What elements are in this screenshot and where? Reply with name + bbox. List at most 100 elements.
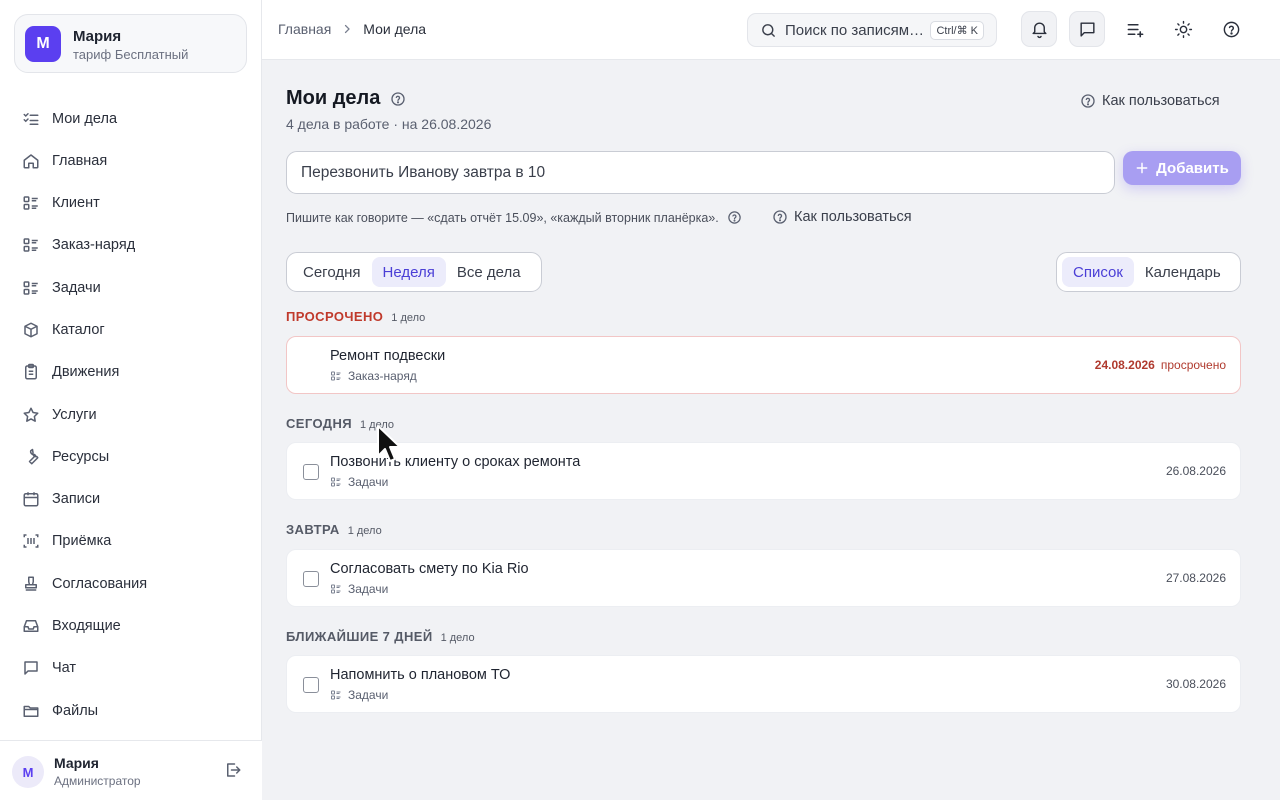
chat-icon [24,661,38,676]
group-count: 1 дело [440,632,475,644]
top-bar: Главная Мои дела Поиск по записям… Ctrl/… [262,0,1280,60]
help-circle-icon [1223,21,1239,37]
tab-week[interactable]: Неделя [371,257,446,287]
sidebar-item-inbox[interactable]: Входящие [10,606,251,647]
list-icon [23,280,38,295]
quick-task-input[interactable]: Перезвонить Иванову завтра в 10 [286,151,1115,194]
sidebar-item-label: Входящие [52,618,121,635]
account-logo: М [25,26,61,62]
view-switcher: Список Календарь [1056,252,1241,292]
plus-icon [1136,162,1148,174]
task-type-label: Задачи [348,582,389,596]
task-type-label: Задачи [348,475,389,489]
how-to-use-hint-link[interactable]: Как пользоваться [772,209,912,225]
clipboard-icon [25,364,37,380]
messages-button[interactable] [1069,11,1105,47]
sidebar-item-resources[interactable]: Ресурсы [10,436,251,477]
task-checkbox[interactable] [303,677,319,693]
help-circle-icon[interactable] [727,210,742,225]
sidebar-item-movements[interactable]: Движения [10,352,251,393]
group-title-text: ЗАВТРА [286,522,340,537]
search-icon [762,23,775,37]
list-icon [331,584,341,594]
group-title-overdue: ПРОСРОЧЕНО 1 дело [286,309,425,324]
task-date: 27.08.2026 [1165,571,1226,585]
sidebar-item-label: Главная [52,152,108,169]
sidebar-item-catalog[interactable]: Каталог [10,309,251,350]
group-title-next-7-days: БЛИЖАЙШИЕ 7 ДНЕЙ 1 дело [286,629,475,644]
task-row[interactable]: Напомнить о плановом ТО Задачи 30.08.202… [286,655,1241,713]
sidebar-item-client[interactable]: Клиент [10,183,251,224]
sidebar-item-label: Заказ-наряд [52,237,136,254]
task-type-label: Задачи [348,688,389,702]
folder-icon [23,705,39,717]
account-plan: тариф Бесплатный [73,47,189,62]
task-name: Напомнить о плановом ТО [330,667,511,683]
sidebar-item-my-tasks[interactable]: Мои дела [10,98,251,139]
sidebar-item-approvals[interactable]: Согласования [10,563,251,604]
theme-toggle-button[interactable] [1165,11,1201,47]
sidebar-item-label: Задачи [52,279,101,296]
sidebar-item-label: Файлы [52,702,99,719]
help-button[interactable] [1213,11,1249,47]
sidebar: М Мария тариф Бесплатный Мои дела Главна… [0,0,262,800]
account-name: Мария [73,28,122,45]
breadcrumb-current: Мои дела [363,21,427,37]
sidebar-item-chat[interactable]: Чат [10,648,251,689]
group-title-text: БЛИЖАЙШИЕ 7 ДНЕЙ [286,629,433,644]
user-role: Администратор [54,774,141,788]
search-shortcut-badge: Ctrl/⌘ K [930,20,984,40]
add-task-button[interactable]: Добавить [1123,151,1241,185]
user-name: Мария [54,755,99,771]
range-filter: Сегодня Неделя Все дела [286,252,542,292]
sidebar-item-reception[interactable]: Приёмка [10,521,251,562]
notifications-button[interactable] [1021,11,1057,47]
task-name: Позвонить клиенту о сроках ремонта [330,454,581,470]
home-icon [23,154,39,169]
list-icon [23,238,38,253]
task-date: 26.08.2026 [1165,464,1226,478]
sidebar-item-work-order[interactable]: Заказ-наряд [10,225,251,266]
tab-list-view[interactable]: Список [1062,257,1134,287]
tab-calendar-view[interactable]: Календарь [1134,257,1232,287]
task-row[interactable]: Согласовать смету по Kia Rio Задачи 27.0… [286,549,1241,607]
task-type: Задачи [330,688,388,702]
logout-icon[interactable] [224,761,242,779]
sidebar-item-label: Ресурсы [52,448,110,465]
account-switcher[interactable]: М Мария тариф Бесплатный [14,14,247,73]
tab-today[interactable]: Сегодня [292,257,372,287]
sidebar-item-label: Каталог [52,321,105,338]
task-checkbox[interactable] [303,571,319,587]
sidebar-item-label: Чат [52,660,77,677]
quick-add-task-button[interactable] [1117,11,1153,47]
sidebar-item-tasks[interactable]: Задачи [10,267,251,308]
sidebar-item-services[interactable]: Услуги [10,394,251,435]
task-row[interactable]: Позвонить клиенту о сроках ремонта Задач… [286,442,1241,500]
task-row[interactable]: Ремонт подвески Заказ-наряд 24.08.2026 пр… [286,336,1241,394]
scan-icon [23,534,39,549]
sidebar-item-home[interactable]: Главная [10,140,251,181]
task-type: Заказ-наряд [330,369,417,383]
search-input[interactable]: Поиск по записям… Ctrl/⌘ K [747,13,997,47]
how-to-use-link[interactable]: Как пользоваться [1080,93,1220,109]
help-circle-icon[interactable] [390,91,406,107]
breadcrumb-link-home[interactable]: Главная [278,21,331,37]
user-panel: М Мария Администратор [0,740,262,800]
chat-icon [1079,21,1095,37]
inbox-icon [23,620,39,633]
sidebar-item-appointments[interactable]: Записи [10,479,251,520]
page-title: Мои дела [286,87,406,110]
sidebar-nav: Мои дела Главная Клиент Заказ-наряд Зада… [10,98,251,732]
calendar-icon [23,492,39,507]
box-icon [24,322,38,338]
task-type: Задачи [330,582,388,596]
task-type-label: Заказ-наряд [348,369,417,383]
sidebar-item-files[interactable]: Файлы [10,690,251,731]
list-icon [331,690,341,700]
task-checkbox[interactable] [303,464,319,480]
tab-all[interactable]: Все дела [446,257,532,287]
list-add-icon [1127,23,1143,37]
input-hint: Пишите как говорите — «сдать отчёт 15.09… [286,210,742,225]
task-status: просрочено [1160,358,1226,372]
mouse-cursor-icon [377,425,401,462]
